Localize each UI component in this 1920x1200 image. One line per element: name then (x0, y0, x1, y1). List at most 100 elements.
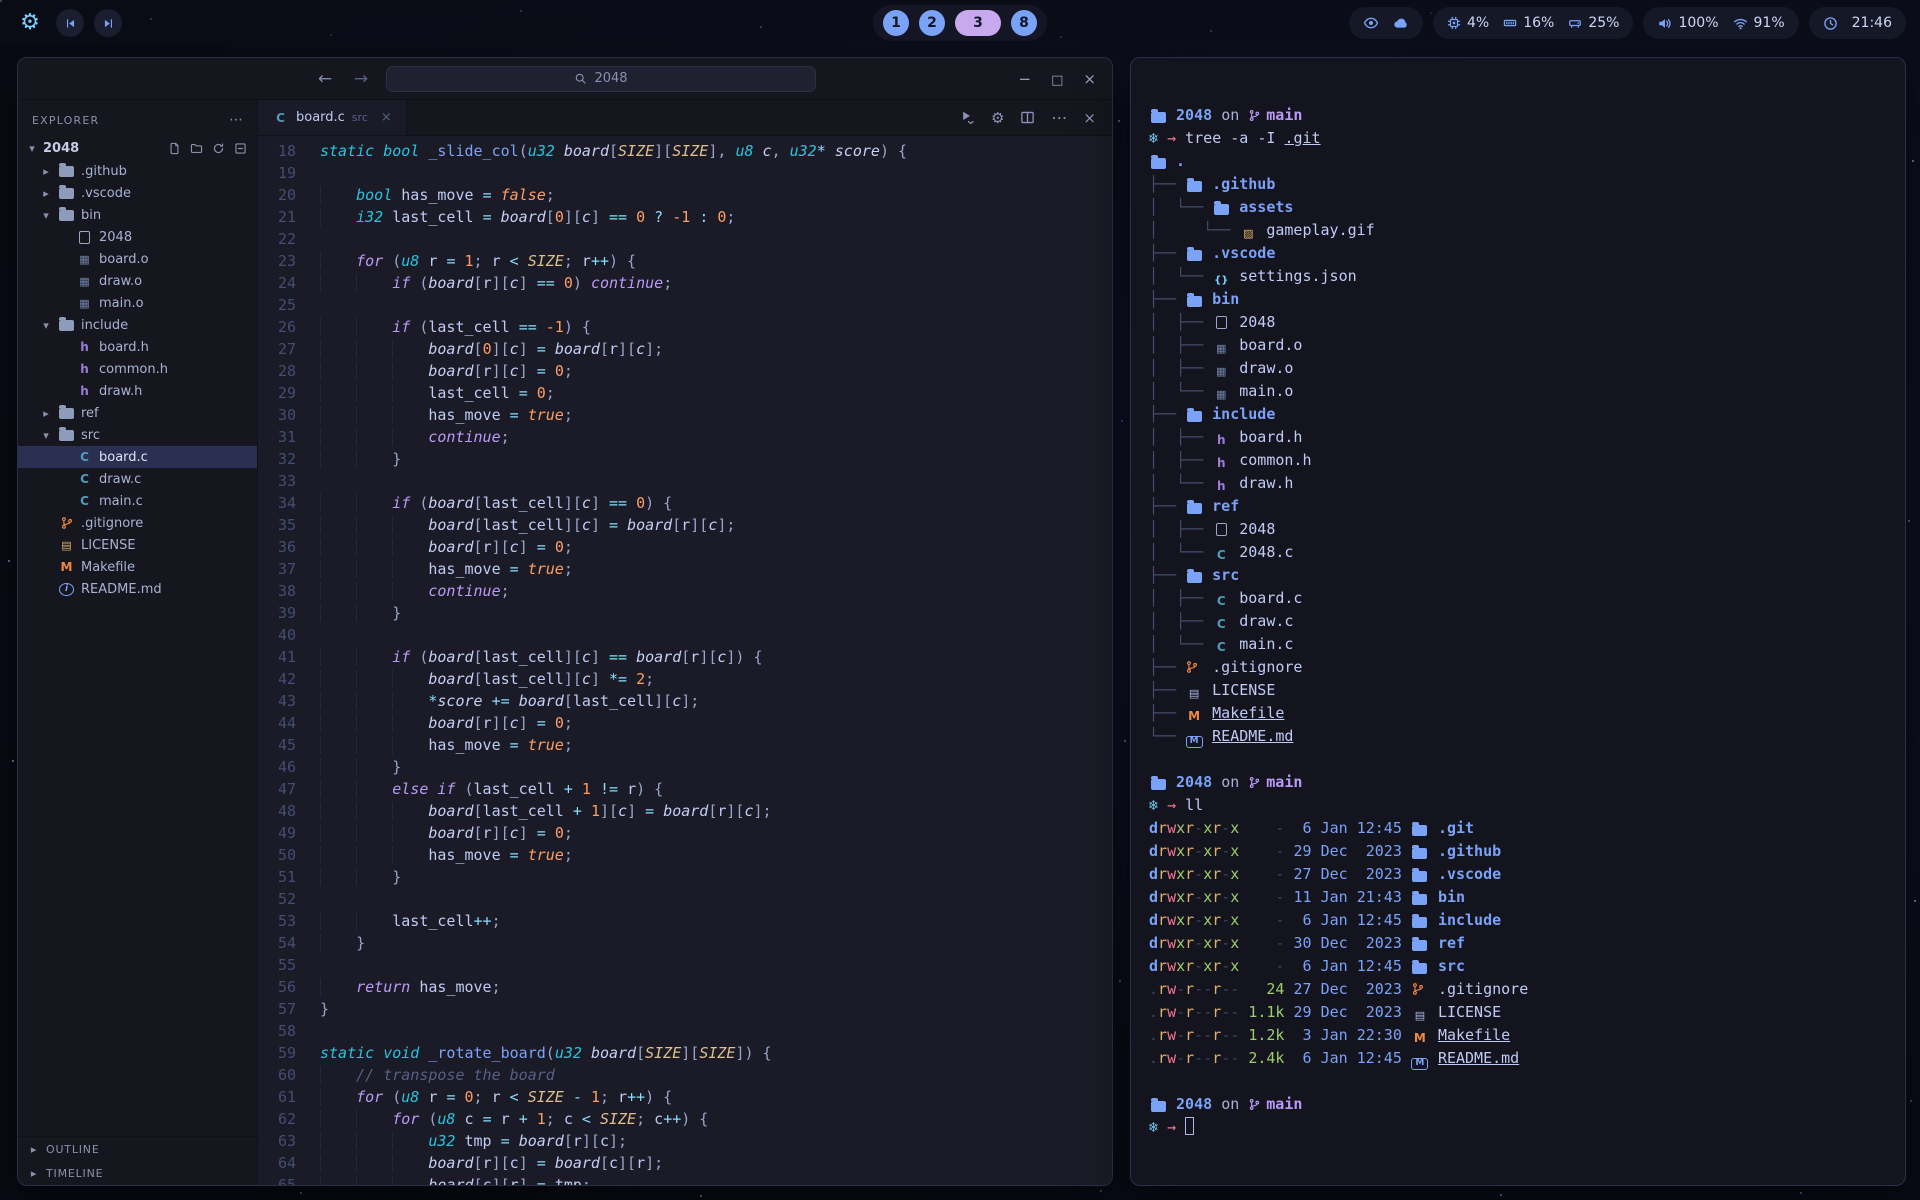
tab-board-c[interactable]: C board.c src × (258, 100, 407, 135)
editor-titlebar[interactable]: ← → 2048 − □ × (18, 58, 1112, 100)
workspace-button-2[interactable]: 2 (919, 10, 945, 36)
cloud-icon[interactable] (1393, 15, 1409, 31)
code-line-56[interactable]: 56 return has_move; (258, 976, 1112, 998)
explorer-item-.github[interactable]: ▸.github (18, 160, 257, 182)
media-previous-button[interactable] (56, 9, 84, 37)
explorer-item-board.c[interactable]: Cboard.c (18, 446, 257, 468)
minimize-button[interactable]: − (1019, 70, 1032, 88)
new-folder-icon[interactable] (190, 142, 203, 155)
code-line-46[interactable]: 46 } (258, 756, 1112, 778)
code-line-59[interactable]: 59static void _rotate_board(u32 board[SI… (258, 1042, 1112, 1064)
code-line-39[interactable]: 39 } (258, 602, 1112, 624)
more-actions-icon[interactable]: ⋯ (1051, 108, 1067, 127)
outline-panel-header[interactable]: ▸OUTLINE (18, 1137, 257, 1161)
code-line-58[interactable]: 58 (258, 1020, 1112, 1042)
explorer-item-common.h[interactable]: hcommon.h (18, 358, 257, 380)
volume-stat[interactable]: 100% (1657, 15, 1718, 31)
explorer-item-draw.h[interactable]: hdraw.h (18, 380, 257, 402)
code-line-23[interactable]: 23 for (u8 r = 1; r < SIZE; r++) { (258, 250, 1112, 272)
explorer-root-folder[interactable]: ▾ 2048 (18, 136, 257, 160)
code-line-30[interactable]: 30 has_move = true; (258, 404, 1112, 426)
code-line-25[interactable]: 25 (258, 294, 1112, 316)
code-line-27[interactable]: 27 board[0][c] = board[r][c]; (258, 338, 1112, 360)
code-area[interactable]: 18static bool _slide_col(u32 board[SIZE]… (258, 136, 1112, 1185)
volume-icon[interactable] (1657, 16, 1672, 31)
explorer-item-ref[interactable]: ▸ref (18, 402, 257, 424)
collapse-all-icon[interactable] (234, 142, 247, 155)
close-button[interactable]: × (1083, 70, 1096, 88)
code-line-54[interactable]: 54 } (258, 932, 1112, 954)
code-line-43[interactable]: 43 *score += board[last_cell][c]; (258, 690, 1112, 712)
code-line-47[interactable]: 47 else if (last_cell + 1 != r) { (258, 778, 1112, 800)
workspace-button-8[interactable]: 8 (1011, 10, 1037, 36)
run-file-button[interactable] (960, 110, 975, 125)
code-line-53[interactable]: 53 last_cell++; (258, 910, 1112, 932)
refresh-icon[interactable] (212, 142, 225, 155)
code-line-20[interactable]: 20 bool has_move = false; (258, 184, 1112, 206)
command-center-search[interactable]: 2048 (386, 66, 816, 92)
code-line-40[interactable]: 40 (258, 624, 1112, 646)
code-line-57[interactable]: 57} (258, 998, 1112, 1020)
close-editor-icon[interactable]: × (1083, 109, 1096, 127)
code-line-33[interactable]: 33 (258, 470, 1112, 492)
explorer-item-board.o[interactable]: ▦board.o (18, 248, 257, 270)
explorer-item-include[interactable]: ▾include (18, 314, 257, 336)
explorer-item-.gitignore[interactable]: .gitignore (18, 512, 257, 534)
code-line-42[interactable]: 42 board[last_cell][c] *= 2; (258, 668, 1112, 690)
code-line-41[interactable]: 41 if (board[last_cell][c] == board[r][c… (258, 646, 1112, 668)
code-line-21[interactable]: 21 i32 last_cell = board[0][c] == 0 ? -1… (258, 206, 1112, 228)
explorer-item-.vscode[interactable]: ▸.vscode (18, 182, 257, 204)
code-line-24[interactable]: 24 if (board[r][c] == 0) continue; (258, 272, 1112, 294)
code-line-55[interactable]: 55 (258, 954, 1112, 976)
explorer-item-draw.o[interactable]: ▦draw.o (18, 270, 257, 292)
explorer-more-actions-icon[interactable]: ⋯ (229, 112, 243, 128)
new-file-icon[interactable] (168, 142, 181, 155)
workspace-button-3[interactable]: 3 (955, 10, 1001, 36)
code-line-34[interactable]: 34 if (board[last_cell][c] == 0) { (258, 492, 1112, 514)
back-button[interactable]: ← (314, 69, 336, 89)
explorer-item-main.c[interactable]: Cmain.c (18, 490, 257, 512)
wifi-stat[interactable]: 91% (1733, 15, 1785, 31)
code-line-45[interactable]: 45 has_move = true; (258, 734, 1112, 756)
explorer-item-src[interactable]: ▾src (18, 424, 257, 446)
code-line-38[interactable]: 38 continue; (258, 580, 1112, 602)
maximize-button[interactable]: □ (1051, 70, 1063, 88)
forward-button[interactable]: → (350, 69, 372, 89)
explorer-item-draw.c[interactable]: Cdraw.c (18, 468, 257, 490)
clock-pill[interactable]: 21:46 (1809, 7, 1906, 39)
volume-network-pill[interactable]: 100% 91% (1643, 7, 1798, 39)
explorer-item-2048[interactable]: 2048 (18, 226, 257, 248)
tab-close-icon[interactable]: × (381, 110, 392, 125)
code-line-31[interactable]: 31 continue; (258, 426, 1112, 448)
workspace-button-1[interactable]: 1 (883, 10, 909, 36)
code-line-60[interactable]: 60 // transpose the board (258, 1064, 1112, 1086)
code-line-64[interactable]: 64 board[r][c] = board[c][r]; (258, 1152, 1112, 1174)
split-editor-icon[interactable] (1020, 110, 1035, 125)
launcher-gear-icon[interactable]: ⚙ (14, 7, 46, 39)
code-line-28[interactable]: 28 board[r][c] = 0; (258, 360, 1112, 382)
code-line-44[interactable]: 44 board[r][c] = 0; (258, 712, 1112, 734)
explorer-item-bin[interactable]: ▾bin (18, 204, 257, 226)
code-line-37[interactable]: 37 has_move = true; (258, 558, 1112, 580)
code-line-19[interactable]: 19 (258, 162, 1112, 184)
settings-gear-icon[interactable]: ⚙ (991, 108, 1004, 127)
code-line-61[interactable]: 61 for (u8 r = 0; r < SIZE - 1; r++) { (258, 1086, 1112, 1108)
code-line-35[interactable]: 35 board[last_cell][c] = board[r][c]; (258, 514, 1112, 536)
code-line-32[interactable]: 32 } (258, 448, 1112, 470)
code-line-52[interactable]: 52 (258, 888, 1112, 910)
explorer-item-board.h[interactable]: hboard.h (18, 336, 257, 358)
explorer-item-main.o[interactable]: ▦main.o (18, 292, 257, 314)
code-line-48[interactable]: 48 board[last_cell + 1][c] = board[r][c]… (258, 800, 1112, 822)
code-line-65[interactable]: 65 board[c][r] = tmp; (258, 1174, 1112, 1185)
code-line-50[interactable]: 50 has_move = true; (258, 844, 1112, 866)
media-next-button[interactable] (94, 9, 122, 37)
code-line-49[interactable]: 49 board[r][c] = 0; (258, 822, 1112, 844)
explorer-item-README.md[interactable]: iREADME.md (18, 578, 257, 600)
code-line-29[interactable]: 29 last_cell = 0; (258, 382, 1112, 404)
code-line-18[interactable]: 18static bool _slide_col(u32 board[SIZE]… (258, 140, 1112, 162)
quick-settings-pill[interactable] (1349, 7, 1423, 39)
code-line-63[interactable]: 63 u32 tmp = board[r][c]; (258, 1130, 1112, 1152)
code-line-51[interactable]: 51 } (258, 866, 1112, 888)
explorer-item-Makefile[interactable]: MMakefile (18, 556, 257, 578)
code-line-36[interactable]: 36 board[r][c] = 0; (258, 536, 1112, 558)
